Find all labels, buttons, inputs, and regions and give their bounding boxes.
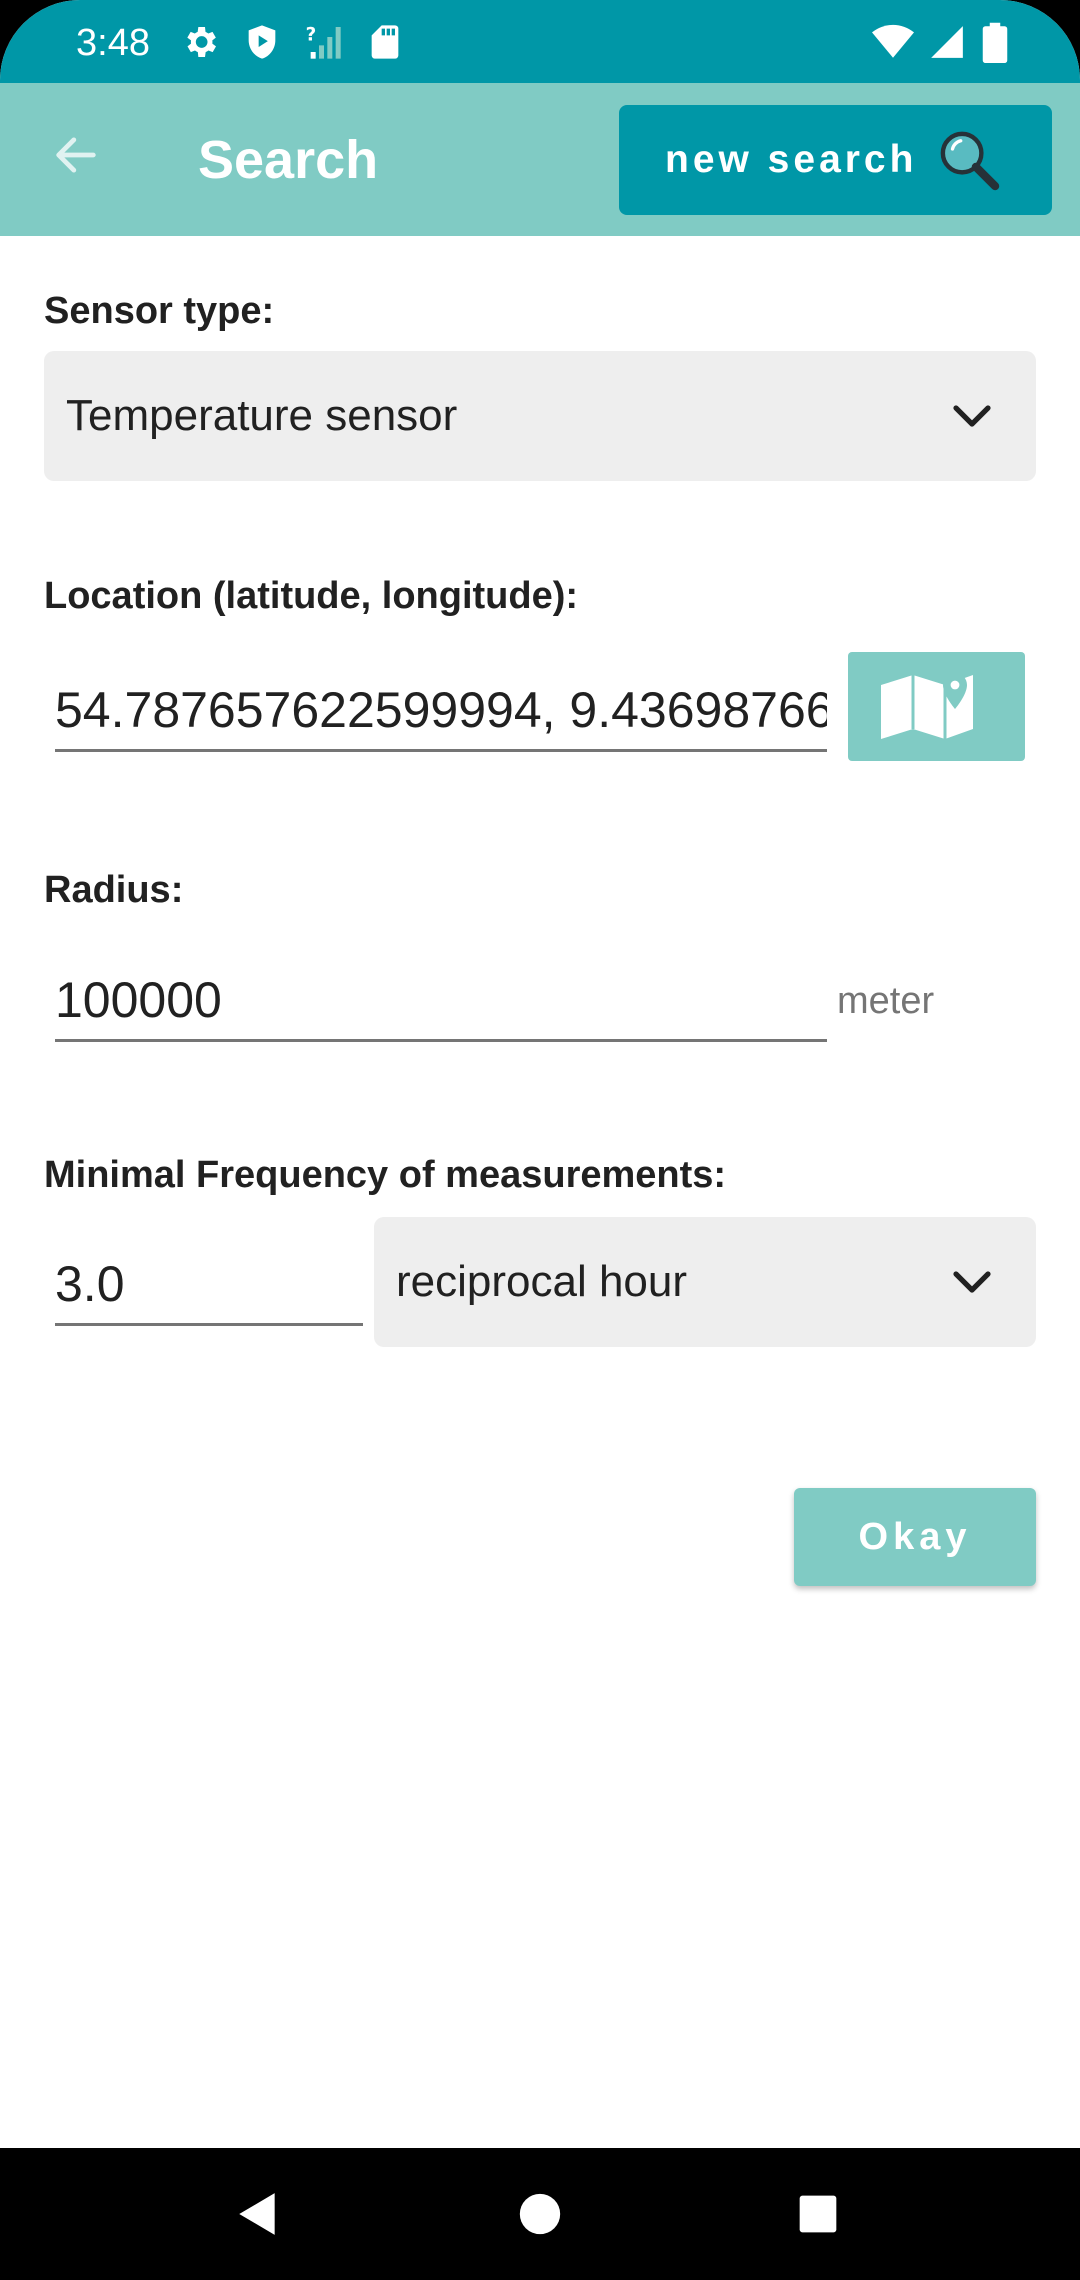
arrow-left-icon [56, 137, 96, 173]
app-bar: Search new search [0, 83, 1080, 236]
frequency-unit-dropdown[interactable]: reciprocal hour [374, 1217, 1036, 1347]
back-button[interactable] [40, 119, 112, 191]
page-title: Search [198, 130, 379, 190]
battery-icon [982, 22, 1008, 63]
wifi-icon [872, 24, 914, 58]
chevron-down-icon [953, 1271, 991, 1293]
new-search-button[interactable]: new search [619, 105, 1052, 215]
map-button[interactable] [848, 652, 1025, 761]
sensor-type-value: Temperature sensor [66, 391, 458, 440]
no-signal-icon: ? [306, 24, 341, 59]
status-time: 3:48 [76, 22, 150, 64]
okay-button[interactable]: Okay [794, 1488, 1036, 1586]
sd-card-icon [371, 25, 399, 59]
circle-home-icon [519, 2193, 561, 2235]
screen: 3:48 ? Search new search Sensor type: Te… [0, 0, 1080, 2280]
shield-play-icon [248, 25, 276, 59]
navigation-bar [0, 2148, 1080, 2280]
map-icon [880, 672, 973, 739]
square-recents-icon [799, 2195, 837, 2233]
radius-input[interactable]: 100000 [55, 960, 827, 1042]
status-icons-right [872, 20, 1010, 64]
radius-label: Radius: [44, 869, 184, 911]
magnifier-icon [940, 131, 1000, 191]
signal-icon [931, 26, 963, 58]
radius-value: 100000 [55, 972, 222, 1028]
sensor-type-dropdown[interactable]: Temperature sensor [44, 351, 1036, 481]
radius-unit: meter [837, 980, 935, 1022]
chevron-down-icon [953, 405, 991, 427]
frequency-input[interactable]: 3.0 [55, 1244, 363, 1326]
okay-label: Okay [858, 1516, 972, 1558]
nav-back-button[interactable] [222, 2178, 294, 2250]
location-input[interactable]: 54.787657622599994, 9.43698766 [55, 670, 827, 752]
frequency-label: Minimal Frequency of measurements: [44, 1154, 727, 1196]
nav-home-button[interactable] [504, 2178, 576, 2250]
location-label: Location (latitude, longitude): [44, 575, 579, 617]
triangle-back-icon [239, 2193, 275, 2235]
status-bar: 3:48 ? [0, 0, 1080, 83]
nav-recents-button[interactable] [782, 2178, 854, 2250]
gear-icon [187, 27, 216, 57]
new-search-label: new search [665, 138, 918, 181]
sensor-type-label: Sensor type: [44, 290, 275, 332]
location-value: 54.787657622599994, 9.43698766 [55, 682, 827, 738]
svg-text:?: ? [306, 24, 317, 45]
frequency-value: 3.0 [55, 1256, 125, 1312]
frequency-unit-value: reciprocal hour [396, 1257, 688, 1306]
